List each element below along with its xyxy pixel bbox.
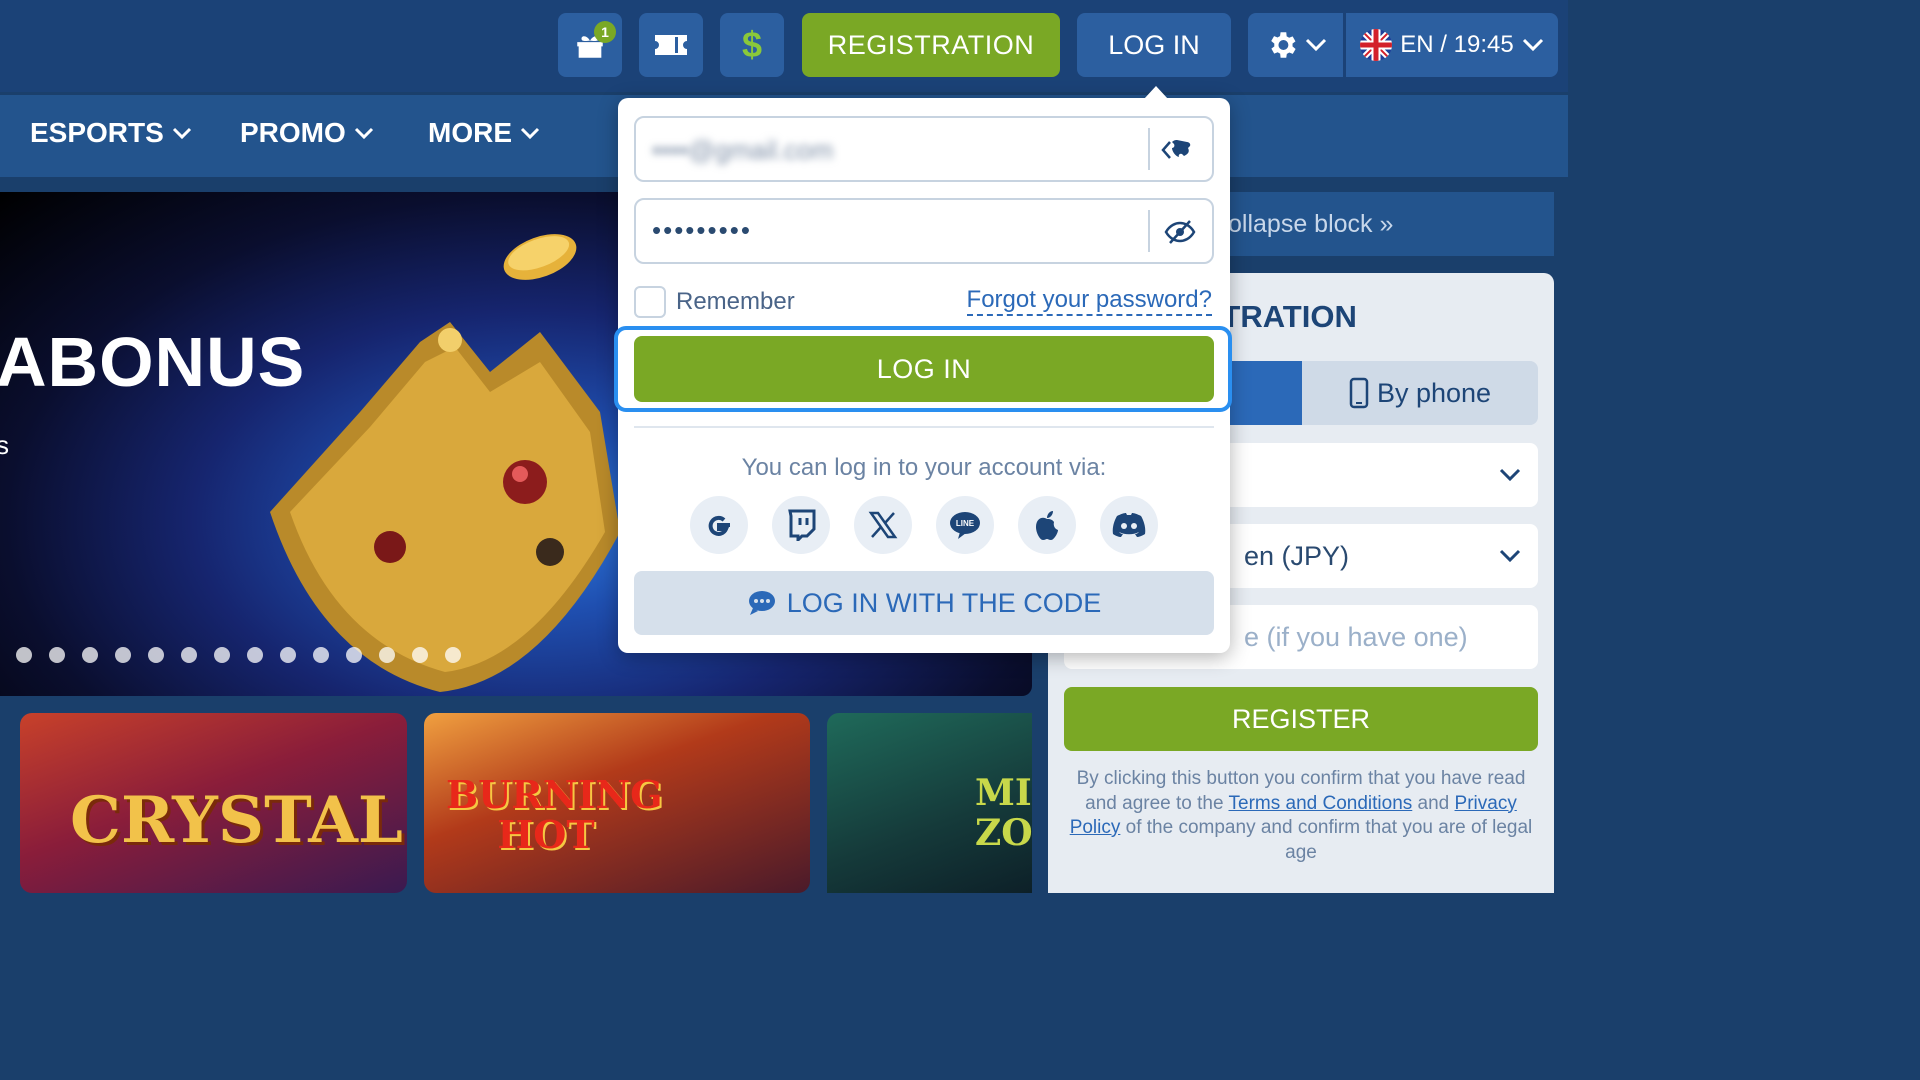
nav-item-esports[interactable]: ESPORTS <box>30 117 192 149</box>
legal-suffix: of the company and confirm that you are … <box>1125 817 1533 863</box>
terms-link[interactable]: Terms and Conditions <box>1229 793 1413 814</box>
divider <box>634 426 1214 428</box>
hero-title: ABONUS <box>0 323 306 401</box>
carousel-dot[interactable] <box>313 647 329 663</box>
chevron-down-icon <box>520 127 540 139</box>
language-time-selector[interactable]: EN / 19:45 <box>1346 13 1558 77</box>
code-button-label: LOG IN WITH THE CODE <box>786 587 1102 618</box>
login-popup: ••••@gmail.com ••••••••• Remember Forgot… <box>614 86 1232 653</box>
game-title: BURNING HOT <box>446 772 663 857</box>
popup-arrow <box>1144 86 1168 99</box>
carousel-dot[interactable] <box>49 647 65 663</box>
carousel-dots <box>16 647 461 663</box>
tab-label: By phone <box>1376 377 1492 408</box>
carousel-dot[interactable] <box>115 647 131 663</box>
carousel-dot[interactable] <box>82 647 98 663</box>
carousel-dot[interactable] <box>16 647 32 663</box>
apple-icon <box>1036 511 1058 540</box>
tab-by-phone[interactable]: By phone <box>1302 361 1538 425</box>
crown-illustration <box>270 234 620 692</box>
checkbox[interactable] <box>634 286 666 318</box>
carousel-dot[interactable] <box>280 647 296 663</box>
game-tile-crystal[interactable]: CRYSTAL <box>20 713 407 893</box>
nav-label: PROMO <box>240 117 346 148</box>
field-separator <box>1148 128 1150 170</box>
game-tile-third[interactable]: MI ZO <box>827 713 1032 893</box>
eye-slash-icon <box>1164 220 1196 244</box>
svg-text:LINE: LINE <box>956 519 975 528</box>
chevron-down-icon <box>354 127 373 139</box>
chevron-down-icon <box>1499 468 1521 482</box>
coupon-icon <box>655 35 687 55</box>
gift-button[interactable]: 1 <box>558 13 622 77</box>
lang-time-label: EN / 19:45 <box>1400 31 1514 58</box>
carousel-dot[interactable] <box>445 647 461 663</box>
social-login-buttons: LINE <box>690 496 1158 554</box>
currency-value: en (JPY) <box>1244 540 1350 571</box>
carousel-dot[interactable] <box>181 647 197 663</box>
carousel-dot[interactable] <box>412 647 428 663</box>
deposit-button[interactable]: $ <box>720 13 784 77</box>
discord-icon <box>1112 513 1146 537</box>
remember-checkbox[interactable]: Remember <box>634 286 795 318</box>
line-icon: LINE <box>950 512 980 539</box>
x-icon <box>868 511 898 539</box>
switch-to-phone-button[interactable] <box>1160 134 1200 166</box>
carousel-dot[interactable] <box>379 647 395 663</box>
nav-item-more[interactable]: MORE <box>428 117 540 149</box>
legal-and: and <box>1417 792 1450 814</box>
password-value: ••••••••• <box>652 215 752 245</box>
login-button[interactable]: LOG IN <box>1077 13 1231 77</box>
game-title: CRYSTAL <box>70 783 403 858</box>
discord-login-button[interactable] <box>1100 496 1158 554</box>
google-login-button[interactable] <box>690 496 748 554</box>
nav-label: MORE <box>428 117 512 148</box>
dollar-icon: $ <box>741 24 763 65</box>
apple-login-button[interactable] <box>1018 496 1076 554</box>
chevron-down-icon <box>172 127 191 139</box>
twitch-icon <box>788 509 816 541</box>
top-header: 1 $ REGISTRATION LOG IN EN / 19:45 <box>0 0 1568 92</box>
game-title: MI ZO <box>975 772 1032 854</box>
chevron-down-icon <box>1522 38 1543 52</box>
legal-notice: By clicking this button you confirm that… <box>1066 767 1536 865</box>
forgot-password-link[interactable]: Forgot your password? <box>966 286 1212 316</box>
gift-badge: 1 <box>594 21 616 43</box>
uk-flag-icon <box>1360 29 1393 61</box>
chevron-left-phone-icon <box>1161 140 1191 159</box>
nav-label: ESPORTS <box>30 117 164 148</box>
x-login-button[interactable] <box>854 496 912 554</box>
carousel-dot[interactable] <box>214 647 230 663</box>
settings-button[interactable] <box>1248 13 1343 77</box>
gear-icon <box>1270 32 1296 58</box>
email-value: ••••@gmail.com <box>652 135 834 165</box>
nav-item-promo[interactable]: PROMO <box>240 117 374 149</box>
social-login-text: You can log in to your account via: <box>741 454 1107 481</box>
email-field[interactable]: ••••@gmail.com <box>634 116 1214 182</box>
toggle-password-visibility[interactable] <box>1160 216 1200 248</box>
chat-icon <box>748 591 775 615</box>
line-login-button[interactable]: LINE <box>936 496 994 554</box>
hero-subtitle: s <box>0 430 9 460</box>
carousel-dot[interactable] <box>148 647 164 663</box>
login-with-code-button[interactable]: LOG IN WITH THE CODE <box>634 571 1214 635</box>
twitch-login-button[interactable] <box>772 496 830 554</box>
remember-label: Remember <box>676 288 795 315</box>
register-button[interactable]: REGISTER <box>1064 687 1538 751</box>
submit-login-button[interactable]: LOG IN <box>634 336 1214 402</box>
coupon-button[interactable] <box>639 13 703 77</box>
google-icon <box>708 515 730 536</box>
game-tile-burning-hot[interactable]: BURNING HOT <box>424 713 810 893</box>
carousel-dot[interactable] <box>247 647 263 663</box>
registration-button[interactable]: REGISTRATION <box>802 13 1060 77</box>
password-field[interactable]: ••••••••• <box>634 198 1214 264</box>
phone-icon <box>1349 377 1369 409</box>
carousel-dot[interactable] <box>346 647 362 663</box>
chevron-down-icon <box>1305 38 1326 52</box>
field-separator <box>1148 210 1150 252</box>
chevron-down-icon <box>1499 549 1521 563</box>
